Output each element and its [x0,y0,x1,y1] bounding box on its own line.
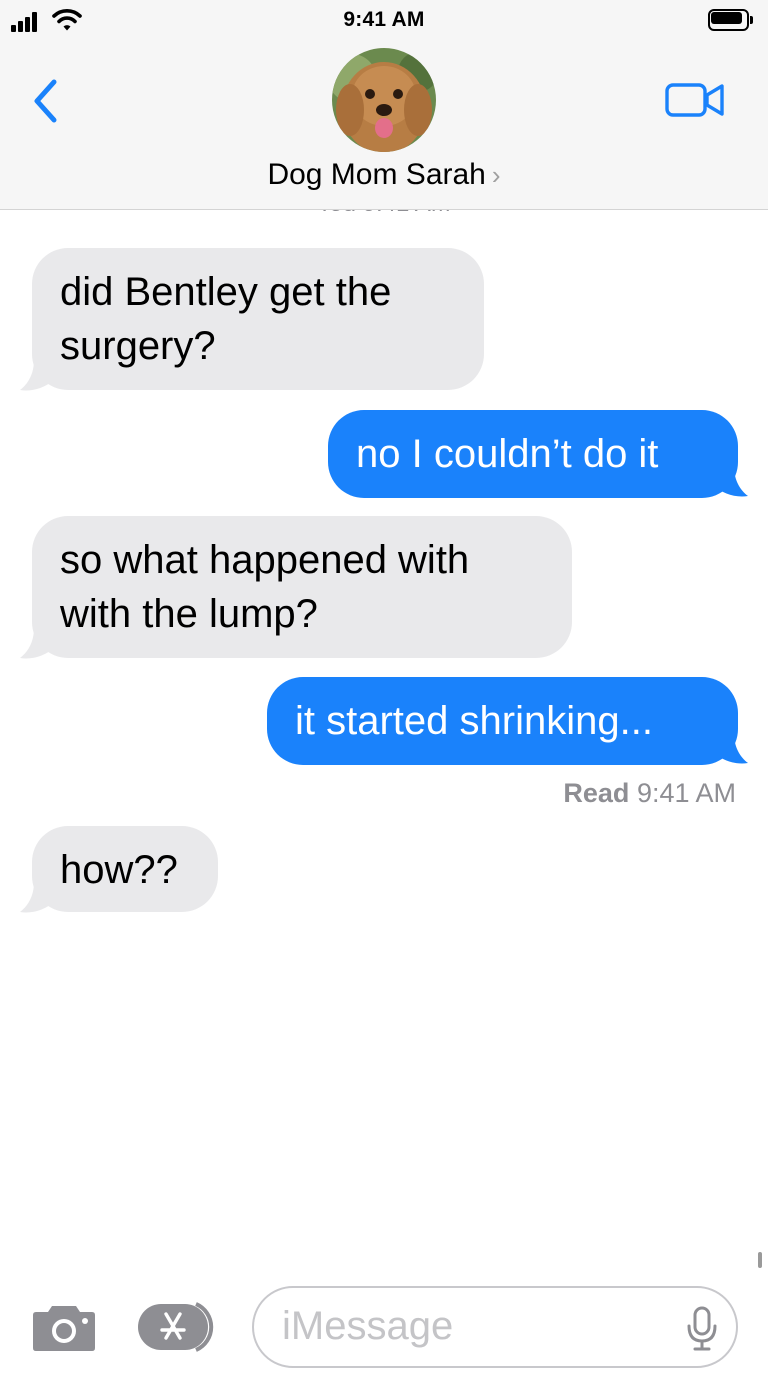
video-camera-icon[interactable] [664,80,726,120]
chevron-right-icon: › [491,160,501,190]
incoming-message[interactable]: how?? [32,826,218,912]
read-time: 9:41 AM [636,778,736,808]
message-line: surgery? [60,324,216,368]
bubble-tail [20,882,56,913]
read-label: Read [563,778,630,808]
read-receipt: Read 9:41 AM [563,778,736,809]
message-input[interactable]: iMessage [252,1286,738,1368]
message-line: it started shrinking... [295,699,653,743]
message-line: with the lump? [60,592,318,636]
messages-screen: Tod 9:41 AM did Bentley get the surgery?… [0,0,768,1376]
message-line: did Bentley get the [60,270,392,314]
scrollbar[interactable] [758,1252,762,1268]
contact-name: Dog Mom Sarah [267,158,486,191]
battery-icon [708,9,753,31]
camera-icon[interactable] [32,1302,96,1352]
back-chevron-icon[interactable] [28,74,64,128]
message-line: no I couldn’t do it [356,432,659,476]
contact-name-button[interactable]: Dog Mom Sarah › [0,158,768,192]
outgoing-message[interactable]: no I couldn’t do it [328,410,738,498]
app-store-icon[interactable] [136,1302,220,1352]
bubble-tail [712,733,748,764]
message-line: so what happened with [60,538,470,582]
message-line: how?? [60,848,178,892]
outgoing-message[interactable]: it started shrinking... [267,677,738,765]
bubble-tail [712,466,748,497]
conversation-header: 9:41 AM Dog Mom Sarah › [0,0,768,210]
dog-avatar-icon [332,48,436,152]
message-input-placeholder: iMessage [282,1304,454,1348]
bubble-tail [20,360,56,391]
bubble-tail [20,628,56,659]
incoming-message[interactable]: did Bentley get the surgery? [32,248,484,390]
status-time: 9:41 AM [343,8,425,31]
incoming-message[interactable]: so what happened with with the lump? [32,516,572,658]
contact-avatar[interactable] [332,48,436,152]
microphone-icon[interactable] [686,1306,718,1352]
